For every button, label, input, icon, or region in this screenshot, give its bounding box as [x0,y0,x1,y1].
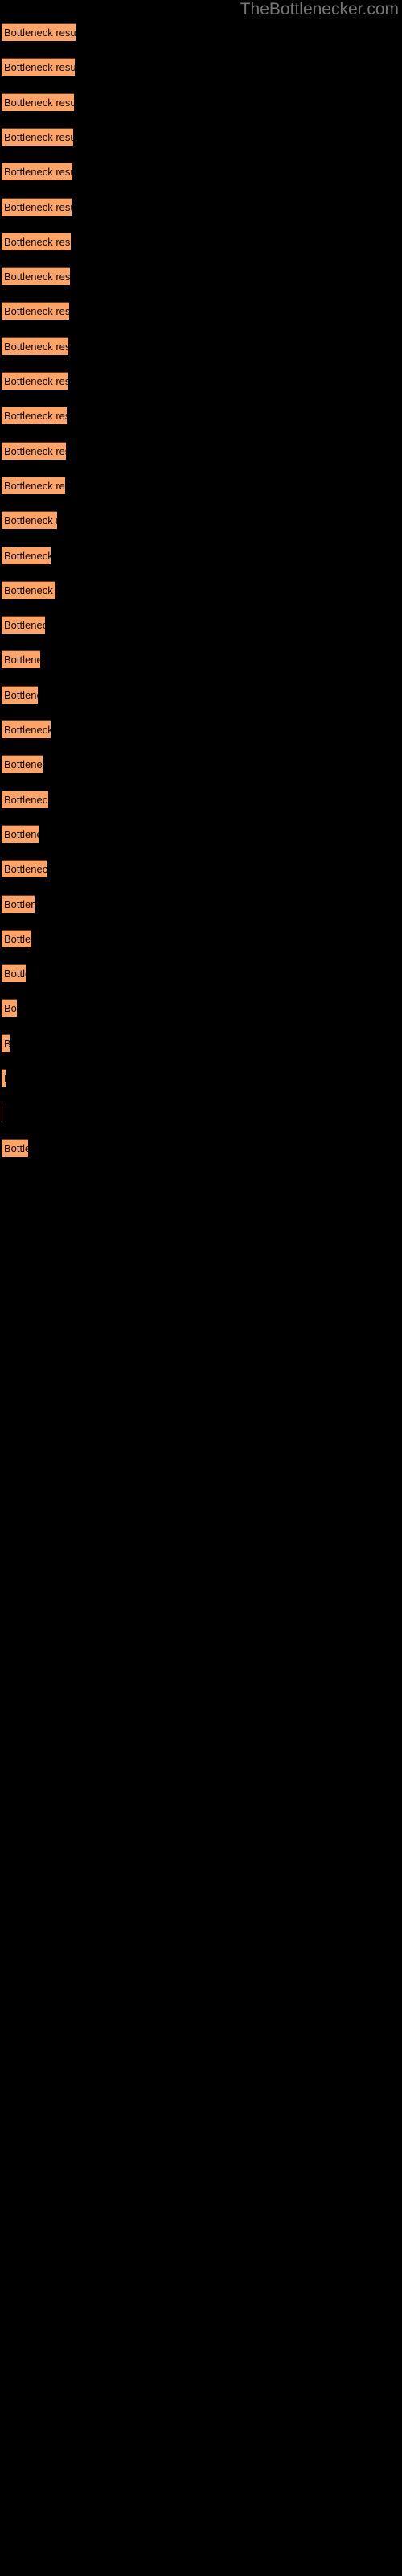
bar-label: Bottleneck result [4,619,45,632]
bar-label: Bottleneck result [4,1141,28,1154]
bar-label: Bottleneck result [4,166,72,179]
bar-label: Bottleneck result [4,479,65,492]
bar-item: Bottleneck result [2,197,72,216]
bar-item: Bottleneck result [2,407,68,425]
bar-item: Bottleneck result [2,232,72,250]
bar-label: Bottleneck result [4,270,71,283]
bar-item: Bottleneck result [2,336,69,355]
bar-item: Bottleneck result [2,860,47,878]
bar-label: Bottleneck result [4,828,39,840]
bar-label: Bottleneck result [4,1002,17,1015]
bar-label: Bottleneck result [4,1070,6,1087]
bar-label: Bottleneck result [4,27,76,39]
bar-label: Bottleneck result [4,444,66,457]
bar-label: Bottleneck result [4,724,51,736]
bar-item: Bottleneck result [2,267,71,286]
bar-label: Bottleneck result [4,375,68,387]
bar-item: Bottleneck result [2,127,74,146]
bar-label: Bottleneck result [4,514,57,527]
bar-item: Bottleneck result [2,999,17,1018]
bar-label: Bottleneck result [4,793,48,806]
bar-label: Bottleneck result [4,305,70,318]
bar-label: Bottleneck result [4,235,71,248]
bar-item: Bottleneck result [2,511,57,530]
bar-item: Bottleneck result [2,650,40,669]
bar-item: Bottleneck result [2,964,27,983]
bar-label: Bottleneck result [4,200,72,213]
bar-item: Bottleneck result [2,580,55,599]
bar-label: Bottleneck result [4,584,55,597]
bar-item: Bottleneck result [2,685,39,704]
bar-label: Bottleneck result [4,1035,10,1052]
bar-label: Bottleneck result [4,932,31,945]
bar-item: Bottleneck result [2,1034,10,1052]
bar-item: Bottleneck result [2,58,76,76]
bar-label: Bottleneck result [4,654,40,667]
bar-label: Bottleneck result [4,688,38,701]
bar-item: Bottleneck result [2,163,73,181]
bar-label: Bottleneck result [4,898,35,910]
bar-item: Bottleneck result [2,929,32,947]
bar-item: Bottleneck result [2,23,76,41]
bar-item: Bottleneck result [2,755,43,774]
bar-item: Bottleneck result [2,1069,6,1087]
bar-series: Bottleneck result Bottleneck result Bottle… [0,0,402,2576]
bar-item: Bottleneck result [2,824,39,843]
bar-label: Bottleneck result [4,758,43,771]
bar-label: Bottleneck result [4,863,47,876]
bar-label: Bottleneck result [4,410,67,423]
bar-label: Bottleneck result [4,130,73,143]
bar-item: Bottleneck result [2,372,68,390]
bar-item: Bottleneck result [2,1138,29,1157]
bar-label: Bottleneck result [4,968,26,980]
bar-item: Bottleneck result [2,790,48,808]
bar-label: Bottleneck result [4,549,51,562]
bottleneck-chart: TheBottlenecker.com Bottleneck result Bot… [0,0,402,2576]
bar-item: Bottleneck result [2,476,66,494]
bar-label: Bottleneck result [4,61,76,74]
bar-item: Bottleneck result [2,546,51,564]
bar-item: Bottleneck result [2,441,67,460]
bar-item: Bottleneck result [2,894,35,913]
bar-label: Bottleneck result [4,96,75,109]
bar-item: Bottleneck result [2,720,51,738]
bar-item: Bottleneck result [2,93,75,111]
bar-item: Bottleneck result [2,616,45,634]
bar-label: Bottleneck result [4,340,68,353]
bar-item: Bottleneck result [2,302,70,320]
